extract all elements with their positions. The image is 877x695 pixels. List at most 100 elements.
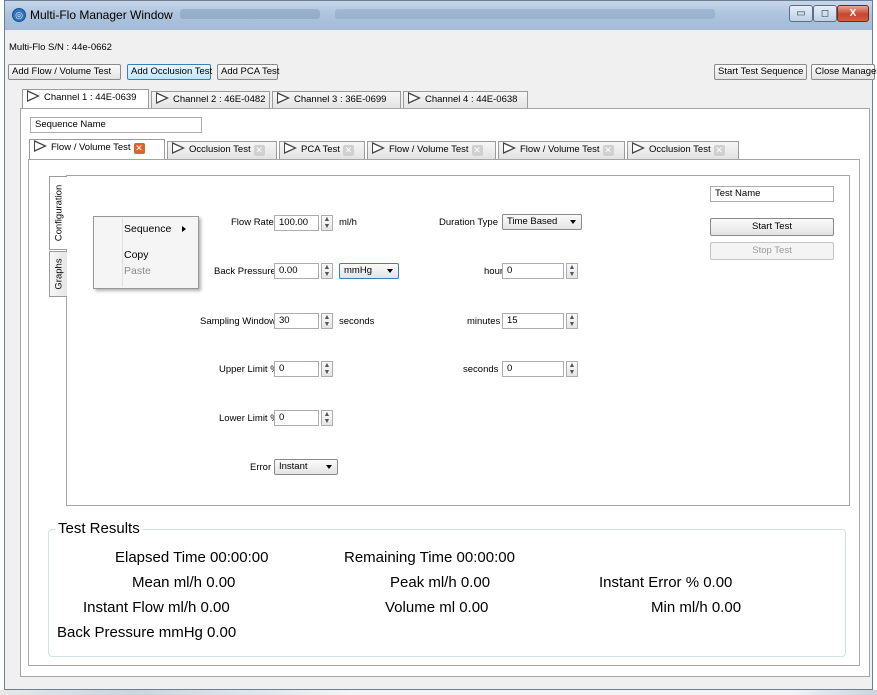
tab-channel-1[interactable]: Channel 1 : 44E-0639 bbox=[22, 89, 149, 109]
tab-label: PCA Test bbox=[301, 144, 340, 155]
seconds-input[interactable]: 0 bbox=[502, 361, 564, 377]
tab-label: Channel 2 : 46E-0482 bbox=[173, 94, 266, 105]
select-value: Instant bbox=[279, 461, 308, 472]
serial-number: Multi-Flo S/N : 44e-0662 bbox=[9, 42, 112, 53]
flow-rate-input[interactable]: 100.00 bbox=[274, 215, 319, 231]
tab-test-1[interactable]: Flow / Volume Test ✕ bbox=[29, 139, 165, 159]
instant-flow: Instant Flow ml/h 0.00 bbox=[83, 599, 230, 616]
channel-icon bbox=[408, 92, 422, 105]
taskbar-edge bbox=[0, 690, 877, 695]
hours-spinner[interactable]: ▲ ▼ bbox=[566, 263, 578, 279]
test-icon bbox=[172, 142, 186, 155]
upper-limit-spinner[interactable]: ▲ ▼ bbox=[321, 361, 333, 377]
app-icon: ◎ bbox=[12, 8, 26, 22]
test-icon bbox=[284, 142, 298, 155]
select-value: mmHg bbox=[344, 265, 372, 276]
tab-test-4[interactable]: Flow / Volume Test ✕ bbox=[367, 141, 496, 159]
lower-limit-spinner[interactable]: ▲ ▼ bbox=[321, 410, 333, 426]
flow-rate-spinner[interactable]: ▲ ▼ bbox=[321, 215, 333, 231]
close-tab-icon[interactable]: ✕ bbox=[713, 145, 725, 156]
tab-label: Configuration bbox=[53, 184, 64, 242]
minutes-spinner[interactable]: ▲ ▼ bbox=[566, 313, 578, 329]
chevron-down-icon bbox=[570, 220, 576, 224]
add-pca-test-button[interactable]: Add PCA Test bbox=[217, 64, 279, 80]
tab-test-5[interactable]: Flow / Volume Test ✕ bbox=[498, 141, 625, 159]
tab-channel-2[interactable]: Channel 2 : 46E-0482 bbox=[151, 91, 270, 109]
close-tab-icon[interactable]: ✕ bbox=[253, 145, 265, 156]
select-value: Time Based bbox=[507, 216, 558, 227]
lower-limit-label: Lower Limit % bbox=[219, 413, 279, 424]
error-label: Error bbox=[250, 462, 272, 473]
back-pressure-spinner[interactable]: ▲ ▼ bbox=[321, 263, 333, 279]
lower-limit-input[interactable]: 0 bbox=[274, 410, 319, 426]
test-icon bbox=[632, 142, 646, 155]
test-results-title: Test Results bbox=[55, 520, 143, 537]
sampling-window-input[interactable]: 30 bbox=[274, 313, 319, 329]
peak-flow: Peak ml/h 0.00 bbox=[390, 574, 491, 591]
add-flow-volume-test-button[interactable]: Add Flow / Volume Test bbox=[8, 64, 121, 80]
instant-error: Instant Error % 0.00 bbox=[599, 574, 733, 591]
upper-limit-input[interactable]: 0 bbox=[274, 361, 319, 377]
mean-flow: Mean ml/h 0.00 bbox=[132, 574, 236, 591]
tab-channel-4[interactable]: Channel 4 : 44E-0638 bbox=[403, 91, 528, 109]
close-tab-icon[interactable]: ✕ bbox=[133, 143, 145, 154]
pressure-unit-select[interactable]: mmHg bbox=[339, 263, 399, 279]
start-test-sequence-button[interactable]: Start Test Sequence bbox=[714, 64, 807, 80]
seconds-label: seconds bbox=[463, 364, 499, 375]
upper-limit-label: Upper Limit % bbox=[219, 364, 279, 375]
tab-label: Occlusion Test bbox=[189, 144, 251, 155]
context-menu: Sequence Copy Paste bbox=[93, 216, 199, 289]
background-blur bbox=[335, 9, 715, 19]
tab-test-3[interactable]: PCA Test ✕ bbox=[279, 141, 365, 159]
add-occlusion-test-button[interactable]: Add Occlusion Test bbox=[127, 64, 212, 80]
minutes-label: minutes bbox=[467, 316, 501, 327]
sequence-name-input[interactable]: Sequence Name bbox=[30, 117, 202, 133]
chevron-down-icon bbox=[326, 465, 332, 469]
remaining-time: Remaining Time 00:00:00 bbox=[344, 549, 515, 566]
submenu-arrow-icon bbox=[182, 226, 186, 232]
stop-test-button[interactable]: Stop Test bbox=[710, 242, 834, 260]
volume: Volume ml 0.00 bbox=[385, 599, 489, 616]
menu-item-sequence[interactable]: Sequence bbox=[124, 223, 171, 235]
tab-label: Flow / Volume Test bbox=[520, 144, 600, 155]
tab-label: Occlusion Test bbox=[649, 144, 711, 155]
flow-rate-label: Flow Rate bbox=[231, 217, 274, 228]
start-test-button[interactable]: Start Test bbox=[710, 218, 834, 236]
menu-item-paste[interactable]: Paste bbox=[124, 265, 151, 277]
duration-type-label: Duration Type bbox=[439, 217, 498, 228]
minimize-button[interactable]: ▭ bbox=[789, 5, 813, 22]
close-tab-icon[interactable]: ✕ bbox=[471, 145, 483, 156]
error-select[interactable]: Instant bbox=[274, 459, 338, 475]
tab-configuration[interactable]: Configuration bbox=[49, 176, 67, 250]
tab-channel-3[interactable]: Channel 3 : 36E-0699 bbox=[272, 91, 401, 109]
back-pressure-result: Back Pressure mmHg 0.00 bbox=[57, 624, 237, 641]
sampling-window-spinner[interactable]: ▲ ▼ bbox=[321, 313, 333, 329]
tab-test-2[interactable]: Occlusion Test ✕ bbox=[167, 141, 277, 159]
close-manager-button[interactable]: Close Manager bbox=[811, 64, 877, 80]
test-icon bbox=[503, 142, 517, 155]
test-icon bbox=[34, 140, 48, 153]
background-blur bbox=[180, 9, 320, 19]
duration-type-select[interactable]: Time Based bbox=[502, 214, 582, 230]
tab-label: Flow / Volume Test bbox=[389, 144, 469, 155]
menu-gutter bbox=[95, 218, 123, 287]
sampling-window-label: Sampling Window bbox=[200, 316, 277, 327]
chevron-down-icon bbox=[387, 269, 393, 273]
tab-test-6[interactable]: Occlusion Test ✕ bbox=[627, 141, 739, 159]
sampling-window-unit: seconds bbox=[339, 316, 375, 327]
test-icon bbox=[372, 142, 386, 155]
tab-label: Graphs bbox=[53, 258, 64, 290]
seconds-spinner[interactable]: ▲ ▼ bbox=[566, 361, 578, 377]
close-button[interactable]: X bbox=[837, 5, 869, 22]
hours-input[interactable]: 0 bbox=[502, 263, 564, 279]
minutes-input[interactable]: 15 bbox=[502, 313, 564, 329]
tab-label: Channel 1 : 44E-0639 bbox=[44, 92, 137, 103]
tab-graphs[interactable]: Graphs bbox=[49, 251, 67, 297]
menu-item-copy[interactable]: Copy bbox=[124, 249, 149, 261]
back-pressure-input[interactable]: 0.00 bbox=[274, 263, 319, 279]
close-tab-icon[interactable]: ✕ bbox=[602, 145, 614, 156]
maximize-button[interactable]: ◻ bbox=[813, 5, 837, 22]
test-name-input[interactable]: Test Name bbox=[710, 186, 834, 202]
flow-rate-unit: ml/h bbox=[339, 217, 357, 228]
close-tab-icon[interactable]: ✕ bbox=[342, 145, 354, 156]
